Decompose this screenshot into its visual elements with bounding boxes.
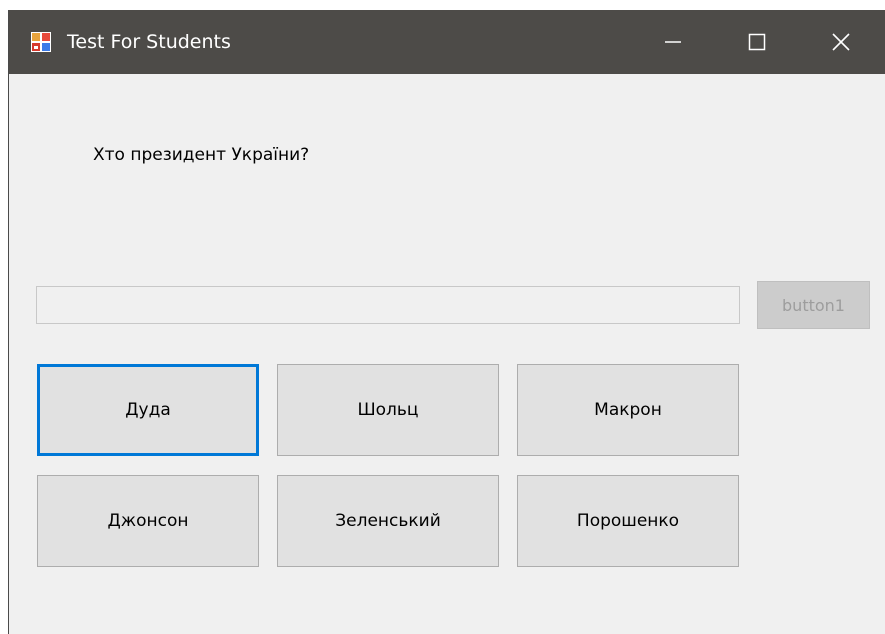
title-bar[interactable]: Test For Students	[9, 10, 885, 74]
option-button-2[interactable]: Шольц	[277, 364, 499, 456]
question-label: Хто президент України?	[93, 145, 310, 165]
submit-button[interactable]: button1	[757, 281, 870, 329]
form-app-icon	[31, 32, 51, 52]
answer-field[interactable]	[36, 286, 740, 324]
option-button-5[interactable]: Зеленський	[277, 475, 499, 567]
close-button[interactable]	[810, 10, 872, 74]
option-button-3[interactable]: Макрон	[517, 364, 739, 456]
option-button-1[interactable]: Дуда	[37, 364, 259, 456]
minimize-button[interactable]	[642, 10, 704, 74]
maximize-button[interactable]	[726, 10, 788, 74]
option-button-6[interactable]: Порошенко	[517, 475, 739, 567]
app-window: Test For Students Хто президент України?…	[8, 10, 885, 634]
window-title: Test For Students	[67, 31, 231, 53]
option-button-4[interactable]: Джонсон	[37, 475, 259, 567]
